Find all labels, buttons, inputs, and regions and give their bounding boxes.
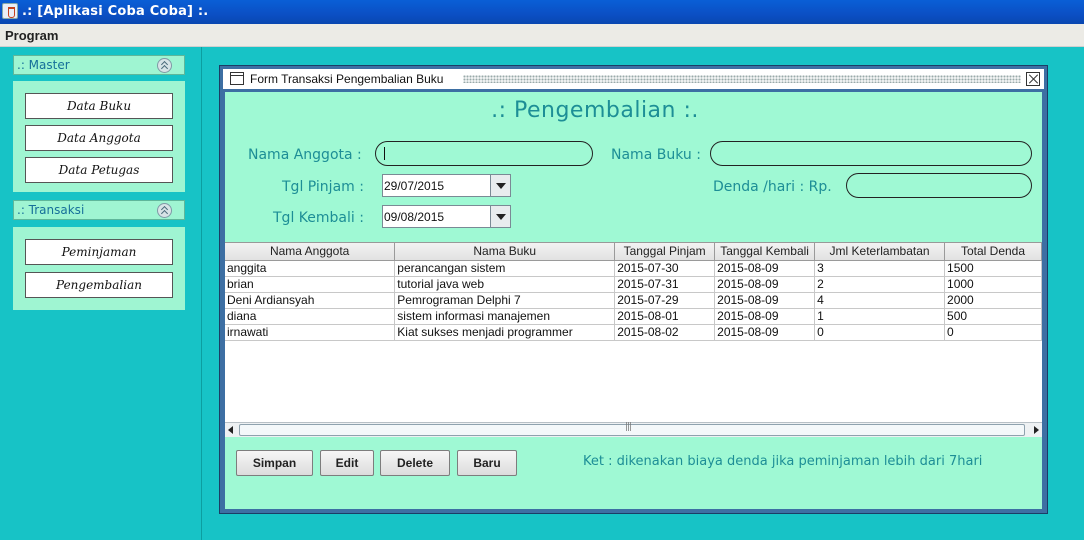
pengembalian-internal-frame: Form Transaksi Pengembalian Buku .: Peng… [219, 65, 1048, 514]
table-cell[interactable]: 2015-07-30 [614, 260, 716, 277]
transaksi-group-header[interactable]: .: Transaksi [13, 200, 185, 220]
table-cell[interactable]: irnawati [225, 324, 396, 341]
table-cell[interactable]: 1 [814, 308, 946, 325]
window-title: .: [Aplikasi Coba Coba] :. [22, 4, 209, 19]
table-cell[interactable]: 0 [814, 324, 946, 341]
edit-button[interactable]: Edit [320, 450, 374, 476]
table-header-row: Nama Anggota Nama Buku Tanggal Pinjam Ta… [225, 243, 1042, 261]
table-row[interactable]: brian tutorial java web 2015-07-31 2015-… [225, 276, 1042, 293]
sidebar: .: Master Data Buku Data Anggota Data Pe… [0, 47, 202, 540]
transaksi-group-title: .: Transaksi [17, 203, 85, 217]
column-header[interactable]: Nama Anggota [225, 243, 396, 261]
table-cell[interactable]: 1000 [944, 276, 1042, 293]
tgl-kembali-date-picker[interactable]: 09/08/2015 [382, 205, 511, 228]
tgl-pinjam-value: 29/07/2015 [384, 179, 445, 193]
table-cell[interactable]: brian [225, 276, 396, 293]
menu-program[interactable]: Program [5, 28, 58, 43]
close-icon[interactable] [1026, 72, 1040, 86]
table-cell[interactable]: 2000 [944, 292, 1042, 309]
table-cell[interactable]: 2015-08-09 [714, 276, 816, 293]
table-cell[interactable]: 4 [814, 292, 946, 309]
table-row[interactable]: Deni Ardiansyah Pemrograman Delphi 7 201… [225, 292, 1042, 309]
denda-input[interactable] [846, 173, 1032, 198]
column-header[interactable]: Tanggal Kembali [714, 243, 816, 261]
delete-button[interactable]: Delete [380, 450, 450, 476]
table-cell[interactable]: Pemrograman Delphi 7 [394, 292, 616, 309]
data-buku-button[interactable]: Data Buku [25, 93, 173, 119]
window-icon [230, 72, 244, 85]
table-cell[interactable]: 500 [944, 308, 1042, 325]
table-cell[interactable]: sistem informasi manajemen [394, 308, 616, 325]
table-cell[interactable]: 2015-08-09 [714, 308, 816, 325]
nama-anggota-input[interactable] [375, 141, 593, 166]
baru-button[interactable]: Baru [457, 450, 517, 476]
tgl-pinjam-date-picker[interactable]: 29/07/2015 [382, 174, 511, 197]
collapse-icon[interactable] [157, 203, 172, 218]
table-cell[interactable]: 1500 [944, 260, 1042, 277]
master-group-title: .: Master [17, 58, 70, 72]
table-cell[interactable]: 2015-07-29 [614, 292, 716, 309]
pengembalian-table: Nama Anggota Nama Buku Tanggal Pinjam Ta… [225, 242, 1042, 437]
table-row[interactable]: diana sistem informasi manajemen 2015-08… [225, 308, 1042, 325]
table-cell[interactable]: 2015-08-09 [714, 260, 816, 277]
table-cell[interactable]: 2015-08-02 [614, 324, 716, 341]
tgl-kembali-label: Tgl Kembali : [273, 210, 364, 226]
java-app-icon[interactable] [2, 3, 18, 19]
table-cell[interactable]: anggita [225, 260, 396, 277]
simpan-button[interactable]: Simpan [236, 450, 313, 476]
table-cell[interactable]: 3 [814, 260, 946, 277]
data-anggota-button[interactable]: Data Anggota [25, 125, 173, 151]
table-cell[interactable]: 2015-08-01 [614, 308, 716, 325]
table-cell[interactable]: Kiat sukses menjadi programmer [394, 324, 616, 341]
column-header[interactable]: Nama Buku [394, 243, 616, 261]
scroll-left-arrow-icon[interactable] [228, 426, 233, 434]
table-cell[interactable]: 2015-08-09 [714, 324, 816, 341]
table-cell[interactable]: perancangan sistem [394, 260, 616, 277]
collapse-icon[interactable] [157, 58, 172, 73]
table-cell[interactable]: 2015-07-31 [614, 276, 716, 293]
internal-frame-title: Form Transaksi Pengembalian Buku [250, 72, 444, 86]
master-group-panel: Data Buku Data Anggota Data Petugas [13, 81, 185, 192]
form-panel: .: Pengembalian :. Nama Anggota : Nama B… [225, 92, 1042, 509]
denda-label: Denda /hari : Rp. [713, 179, 832, 195]
table-cell[interactable]: 2 [814, 276, 946, 293]
column-header[interactable]: Jml Keterlambatan [814, 243, 946, 261]
scrollbar-thumb[interactable] [239, 422, 1025, 436]
peminjaman-button[interactable]: Peminjaman [25, 239, 173, 265]
data-petugas-button[interactable]: Data Petugas [25, 157, 173, 183]
table-row[interactable]: irnawati Kiat sukses menjadi programmer … [225, 324, 1042, 341]
table-cell[interactable]: tutorial java web [394, 276, 616, 293]
title-drag-grip[interactable] [463, 75, 1021, 83]
scroll-right-arrow-icon[interactable] [1034, 426, 1039, 434]
table-cell[interactable]: 2015-08-09 [714, 292, 816, 309]
nama-anggota-label: Nama Anggota : [248, 147, 362, 163]
data-table: Nama Anggota Nama Buku Tanggal Pinjam Ta… [225, 243, 1042, 341]
menu-bar: Program [0, 24, 1084, 47]
horizontal-scrollbar[interactable] [225, 422, 1042, 437]
internal-frame-title-bar[interactable]: Form Transaksi Pengembalian Buku [223, 69, 1044, 89]
nama-buku-label: Nama Buku : [611, 147, 701, 163]
pengembalian-button[interactable]: Pengembalian [25, 272, 173, 298]
table-cell[interactable]: diana [225, 308, 396, 325]
tgl-kembali-value: 09/08/2015 [384, 210, 445, 224]
master-group-header[interactable]: .: Master [13, 55, 185, 75]
table-cell[interactable]: 0 [944, 324, 1042, 341]
denda-note: Ket : dikenakan biaya denda jika peminja… [583, 454, 983, 469]
column-header[interactable]: Total Denda [944, 243, 1042, 261]
form-heading: .: Pengembalian :. [491, 98, 699, 123]
column-header[interactable]: Tanggal Pinjam [614, 243, 716, 261]
tgl-pinjam-label: Tgl Pinjam : [282, 179, 364, 195]
nama-buku-input[interactable] [710, 141, 1032, 166]
dropdown-arrow-icon[interactable] [490, 175, 510, 196]
window-title-bar: .: [Aplikasi Coba Coba] :. [0, 0, 1084, 24]
transaksi-group-panel: Peminjaman Pengembalian [13, 227, 185, 310]
dropdown-arrow-icon[interactable] [490, 206, 510, 227]
text-cursor [384, 147, 385, 160]
table-row[interactable]: anggita perancangan sistem 2015-07-30 20… [225, 260, 1042, 277]
table-cell[interactable]: Deni Ardiansyah [225, 292, 396, 309]
